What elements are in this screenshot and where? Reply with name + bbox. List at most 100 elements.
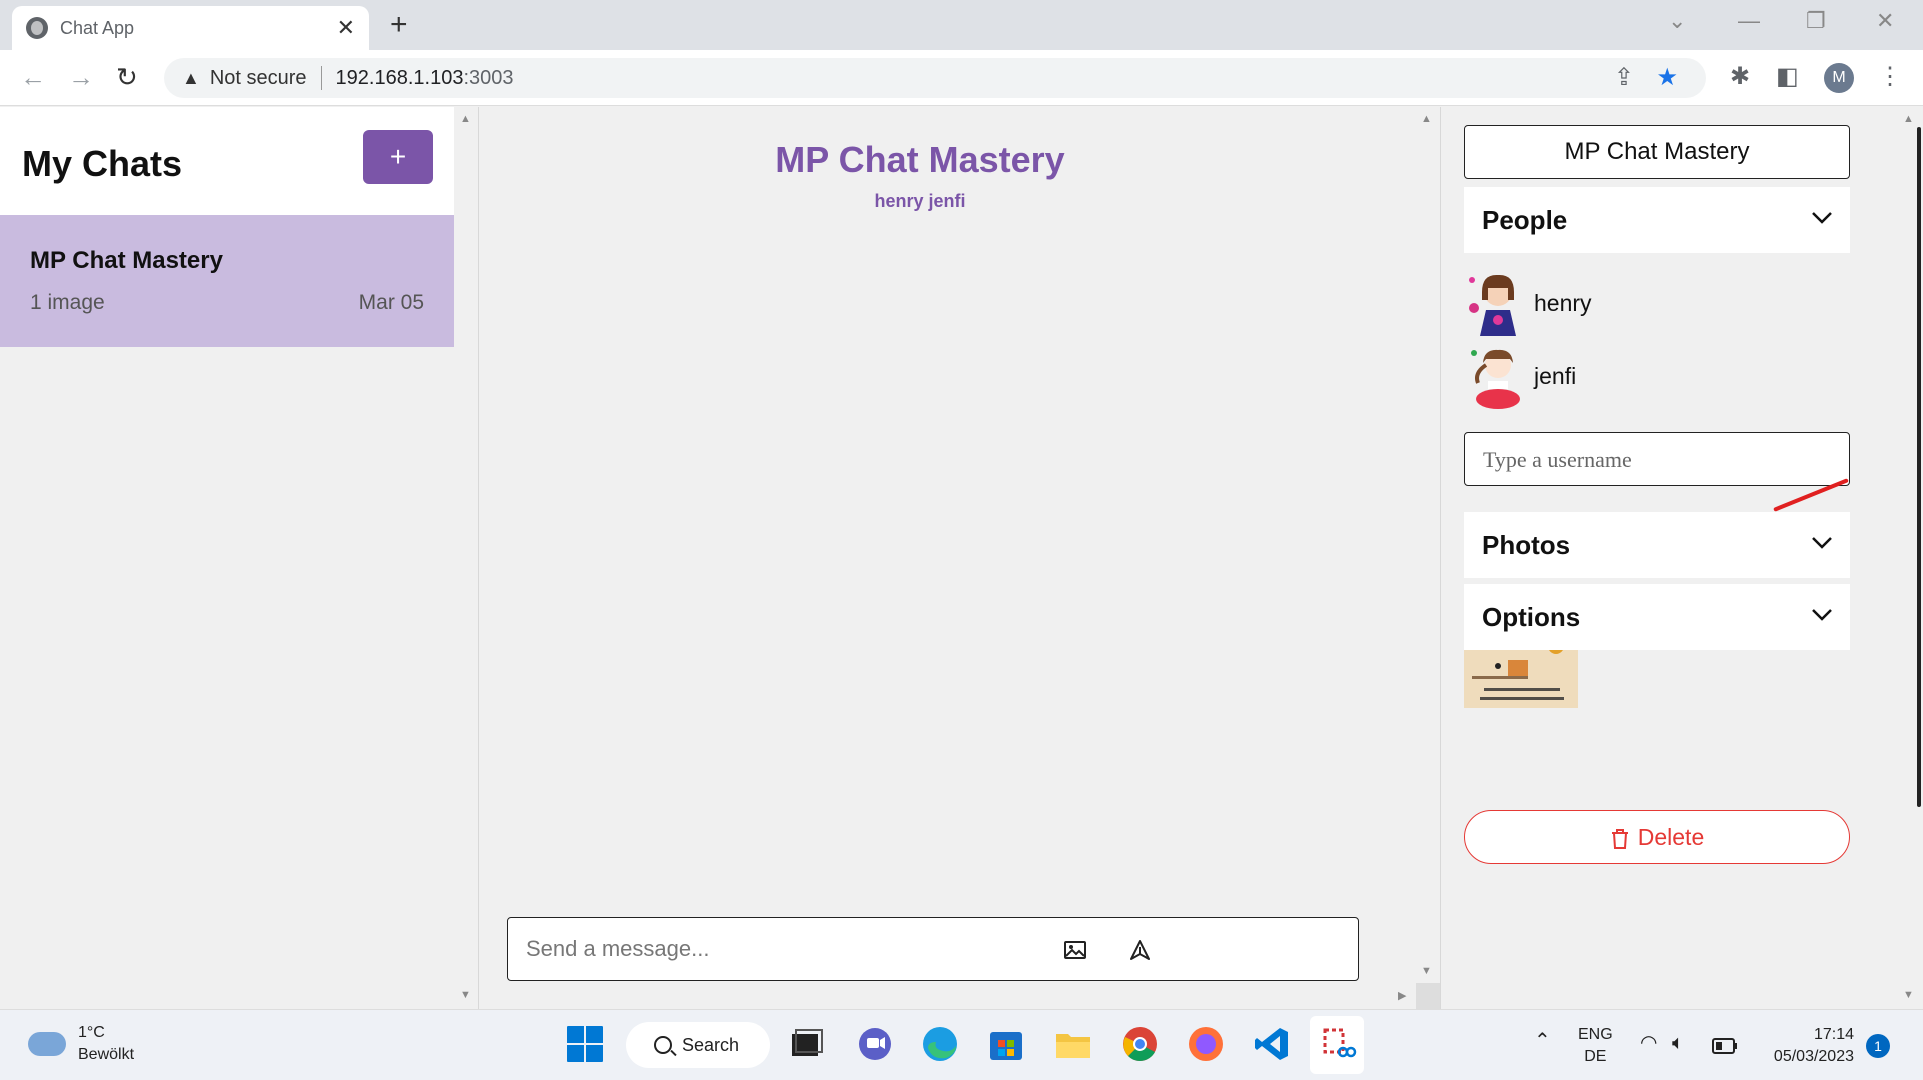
feed-scroll-right-arrow[interactable]: ▶ — [1398, 989, 1406, 1002]
windows-start-icon[interactable] — [565, 1024, 605, 1064]
person-name: jenfi — [1534, 362, 1577, 389]
photos-label: Photos — [1482, 530, 1571, 560]
weather-temperature: 1°C — [78, 1024, 105, 1041]
address-toolbar: ← → ↻ ▲ Not secure 192.168.1.103:3003 ⇪ … — [0, 50, 1923, 106]
person-row: henry — [1464, 270, 1592, 336]
snipping-tool-icon[interactable] — [1317, 1024, 1357, 1064]
options-section-header[interactable]: Options — [1464, 584, 1850, 650]
volume-icon[interactable]: 🔈︎ — [1672, 1032, 1684, 1054]
image-upload-icon[interactable] — [1063, 938, 1087, 962]
back-icon[interactable]: ← — [20, 62, 46, 93]
avatar — [1471, 349, 1520, 409]
omnibox[interactable]: ▲ Not secure 192.168.1.103:3003 ⇪ ★ — [164, 58, 1706, 98]
chat-feed-title: MP Chat Mastery — [775, 139, 1065, 180]
delete-chat-button[interactable]: Delete — [1464, 810, 1850, 864]
chrome-browser-icon[interactable] — [1120, 1024, 1160, 1064]
cloud-icon — [28, 1032, 66, 1056]
microsoft-store-icon[interactable] — [986, 1024, 1026, 1064]
task-view-icon[interactable] — [786, 1024, 826, 1064]
panel-divider — [478, 107, 479, 1009]
teams-chat-icon[interactable] — [855, 1024, 895, 1064]
minimize-icon[interactable]: — — [1738, 8, 1760, 34]
trash-icon — [1611, 828, 1628, 849]
security-label: Not secure — [209, 66, 307, 89]
firefox-browser-icon[interactable] — [1186, 1024, 1226, 1064]
tray-overflow-chevron-icon[interactable]: ⌃ — [1534, 1030, 1551, 1052]
scroll-down-arrow[interactable]: ▼ — [460, 989, 471, 1001]
chat-app-page: My Chats + MP Chat Mastery 1 image Mar 0… — [0, 107, 1923, 1009]
username-input[interactable] — [1483, 445, 1823, 475]
clock-time: 17:14 — [1813, 1026, 1854, 1043]
chevron-down-icon — [1812, 537, 1832, 549]
chat-list-header: My Chats + — [0, 107, 454, 215]
feed-scroll-down-arrow[interactable]: ▼ — [1421, 965, 1432, 977]
person-name: henry — [1534, 289, 1592, 316]
warning-icon: ▲ — [182, 67, 200, 88]
chat-card[interactable]: MP Chat Mastery 1 image Mar 05 — [0, 215, 454, 347]
clock[interactable]: 17:14 05/03/2023 — [1762, 1024, 1854, 1068]
chevron-down-icon — [1812, 212, 1832, 224]
settings-scroll-down-arrow[interactable]: ▼ — [1903, 989, 1914, 1001]
taskbar-search-label: Search — [682, 1034, 740, 1055]
settings-scrollbar-thumb[interactable] — [1917, 127, 1921, 807]
language-indicator[interactable]: ENG DE — [1578, 1024, 1613, 1068]
language-code: ENG — [1578, 1026, 1613, 1043]
tab-close-icon[interactable]: ✕ — [337, 15, 355, 41]
side-panel-icon[interactable]: ◧ — [1776, 62, 1799, 91]
chat-card-date: Mar 05 — [358, 291, 424, 314]
message-input[interactable] — [526, 932, 1126, 966]
new-chat-button[interactable]: + — [363, 130, 433, 184]
menu-kebab-icon[interactable]: ⋮ — [1878, 62, 1902, 91]
profile-avatar[interactable]: M — [1824, 63, 1854, 93]
delete-label: Delete — [1637, 824, 1705, 850]
options-label: Options — [1482, 602, 1581, 632]
reload-icon[interactable]: ↻ — [116, 62, 138, 93]
battery-icon[interactable] — [1712, 1038, 1738, 1054]
browser-tab-strip: Chat App ✕ + ⌄ — ❐ ✕ — [0, 0, 1923, 50]
globe-icon — [26, 17, 48, 39]
message-form — [507, 917, 1359, 981]
avatar — [1469, 274, 1516, 336]
chat-feed-members: henry jenfi — [874, 191, 966, 211]
chat-list-title: My Chats — [22, 143, 183, 184]
chat-card-title: MP Chat Mastery — [30, 247, 223, 274]
chevron-down-icon — [1812, 609, 1832, 621]
extensions-icon[interactable]: ✱ — [1730, 62, 1750, 91]
taskbar: 1°C Bewölkt Search ⌃ ENG DE ◠ 🔈︎ 17:14 0… — [0, 1009, 1923, 1080]
notification-badge[interactable]: 1 — [1866, 1034, 1890, 1058]
feed-scroll-up-arrow[interactable]: ▲ — [1421, 113, 1432, 125]
edge-browser-icon[interactable] — [920, 1024, 960, 1064]
people-label: People — [1482, 205, 1568, 235]
file-explorer-icon[interactable] — [1053, 1024, 1093, 1064]
restore-icon[interactable]: ❐ — [1806, 8, 1826, 34]
send-icon[interactable] — [1128, 938, 1152, 962]
omnibox-divider — [320, 66, 322, 90]
weather-condition: Bewölkt — [78, 1046, 135, 1063]
new-tab-icon[interactable]: + — [390, 8, 408, 42]
vscode-icon[interactable] — [1252, 1024, 1292, 1064]
tab-search-icon[interactable]: ⌄ — [1668, 8, 1686, 34]
weather-widget[interactable]: 1°C Bewölkt — [28, 1022, 134, 1066]
taskbar-search[interactable]: Search — [626, 1022, 770, 1068]
region-code: DE — [1584, 1048, 1607, 1065]
browser-tab[interactable]: Chat App ✕ — [12, 6, 369, 50]
url-text[interactable]: 192.168.1.103:3003 — [336, 67, 514, 90]
chat-list-panel: My Chats + MP Chat Mastery 1 image Mar 0… — [0, 107, 471, 1009]
photos-section-header[interactable]: Photos — [1464, 512, 1850, 578]
search-icon — [654, 1036, 672, 1054]
chat-card-last-message: 1 image — [30, 291, 105, 314]
chat-settings-title[interactable]: MP Chat Mastery — [1464, 125, 1850, 179]
clock-date: 05/03/2023 — [1773, 1048, 1854, 1065]
scrollbar-corner — [1416, 983, 1440, 1009]
settings-scroll-up-arrow[interactable]: ▲ — [1903, 113, 1914, 125]
chat-settings-panel: MP Chat Mastery People henry jenfi Type … — [1441, 107, 1923, 1009]
bookmark-star-icon[interactable]: ★ — [1656, 63, 1678, 92]
forward-icon[interactable]: → — [68, 62, 94, 93]
window-close-icon[interactable]: ✕ — [1876, 8, 1894, 34]
add-member-field — [1464, 432, 1850, 486]
wifi-icon[interactable]: ◠ — [1640, 1032, 1657, 1054]
person-row: jenfi — [1464, 343, 1576, 409]
people-section-header[interactable]: People — [1464, 187, 1850, 253]
scroll-up-arrow[interactable]: ▲ — [460, 113, 471, 125]
share-icon[interactable]: ⇪ — [1614, 63, 1634, 92]
